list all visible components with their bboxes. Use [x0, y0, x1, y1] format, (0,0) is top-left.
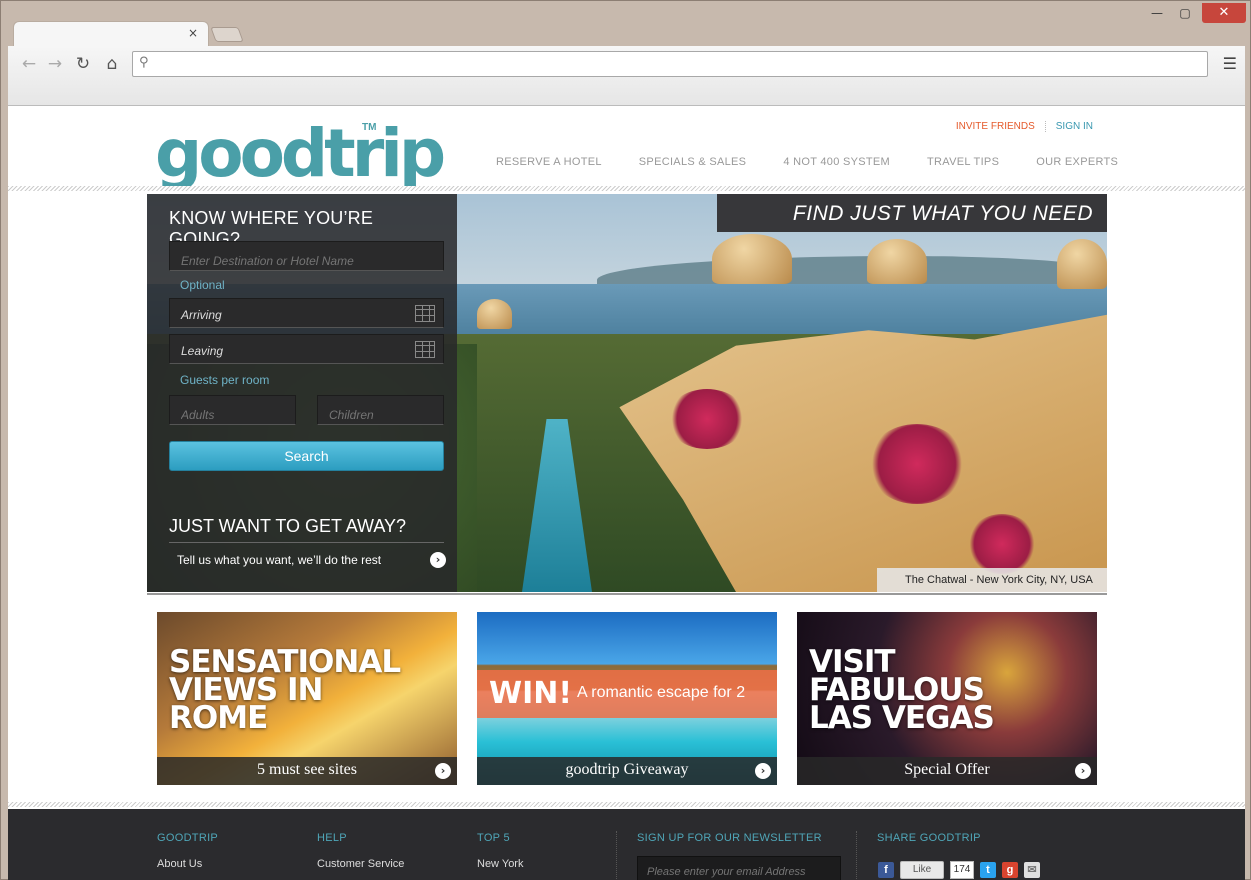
hero-divider [147, 593, 1107, 595]
promo-rome-caption[interactable]: 5 must see sites › [157, 757, 457, 785]
palace-dome [477, 299, 512, 329]
browser-window: — ▢ ✕ × ← → ↻ ⌂ ⚲ ☰ goodtrip TM INVITE F… [0, 0, 1251, 880]
calendar-icon[interactable] [415, 305, 435, 322]
promo-vegas-headline: VISIT FABULOUS LAS VEGAS [809, 644, 995, 736]
promo-giveaway-caption[interactable]: goodtrip Giveaway › [477, 757, 777, 785]
hero-flowers [867, 424, 967, 504]
header-divider [8, 186, 1245, 191]
like-button[interactable]: Like [900, 861, 944, 879]
new-tab-button[interactable] [210, 27, 244, 42]
optional-label: Optional [180, 278, 225, 292]
share-buttons: f Like 174 t g ✉ [878, 861, 1040, 879]
nav-our-experts[interactable]: OUR EXPERTS [1036, 156, 1118, 168]
hero-flowers [667, 389, 747, 449]
twitter-icon[interactable]: t [980, 862, 996, 878]
palace-dome [867, 239, 927, 284]
goodtrip-logo[interactable]: goodtrip [155, 114, 446, 194]
win-tagline: A romantic escape for 2 [577, 684, 746, 701]
promo-rome[interactable]: SENSATIONAL VIEWS IN ROME 5 must see sit… [157, 612, 457, 785]
footer-col-newsletter: SIGN UP FOR OUR NEWSLETTER [637, 832, 822, 844]
destination-input[interactable] [169, 241, 444, 271]
calendar-icon[interactable] [415, 341, 435, 358]
invite-friends-link[interactable]: INVITE FRIENDS [956, 121, 1046, 132]
nav-4-not-400[interactable]: 4 NOT 400 SYSTEM [783, 156, 890, 168]
footer-link-new-york[interactable]: New York [477, 858, 523, 870]
footer-col-help: HELP Customer Service [317, 832, 404, 870]
adults-input[interactable] [169, 395, 296, 425]
hero-banner: FIND JUST WHAT YOU NEED [717, 194, 1107, 232]
main-nav: RESERVE A HOTEL SPECIALS & SALES 4 NOT 4… [496, 156, 1118, 168]
hero-flowers [967, 514, 1037, 574]
like-count: 174 [950, 861, 974, 879]
arrow-right-icon[interactable]: › [430, 552, 446, 568]
arrow-right-icon[interactable]: › [1075, 763, 1091, 779]
back-icon[interactable]: ← [18, 53, 40, 75]
promo-rome-headline: SENSATIONAL VIEWS IN ROME [169, 644, 401, 736]
home-icon[interactable]: ⌂ [101, 53, 123, 75]
reload-icon[interactable]: ↻ [72, 53, 94, 75]
forward-icon[interactable]: → [44, 53, 66, 75]
nav-reserve-hotel[interactable]: RESERVE A HOTEL [496, 156, 602, 168]
get-away-title: JUST WANT TO GET AWAY? [169, 516, 444, 543]
web-page: goodtrip TM INVITE FRIENDS SIGN IN RESER… [8, 106, 1245, 880]
promo-vegas-caption-text: Special Offer [904, 761, 990, 778]
nav-specials-sales[interactable]: SPECIALS & SALES [639, 156, 747, 168]
arriving-field[interactable]: Arriving [169, 298, 444, 328]
google-plus-icon[interactable]: g [1002, 862, 1018, 878]
top-links: INVITE FRIENDS SIGN IN [956, 121, 1093, 132]
facebook-icon[interactable]: f [878, 862, 894, 878]
promo-giveaway[interactable]: WIN! A romantic escape for 2 goodtrip Gi… [477, 612, 777, 785]
footer-heading-newsletter: SIGN UP FOR OUR NEWSLETTER [637, 832, 822, 844]
browser-tab-active[interactable]: × [13, 21, 209, 47]
arriving-placeholder: Arriving [181, 308, 222, 322]
win-strip: WIN! A romantic escape for 2 [477, 670, 777, 718]
close-window-button[interactable]: ✕ [1202, 3, 1246, 23]
browser-toolbar: ← → ↻ ⌂ ⚲ ☰ [8, 46, 1245, 106]
arrow-right-icon[interactable]: › [755, 763, 771, 779]
palace-dome [1057, 239, 1107, 289]
win-word: WIN! [489, 676, 573, 711]
promo-vegas[interactable]: VISIT FABULOUS LAS VEGAS Special Offer › [797, 612, 1097, 785]
children-input[interactable] [317, 395, 444, 425]
footer-col-goodtrip: GOODTRIP About Us [157, 832, 218, 870]
footer-col-share: SHARE GOODTRIP [877, 832, 981, 844]
tab-close-icon[interactable]: × [188, 26, 198, 40]
maximize-button[interactable]: ▢ [1172, 3, 1198, 23]
promo-vegas-caption[interactable]: Special Offer › [797, 757, 1097, 785]
hero-section: FIND JUST WHAT YOU NEED The Chatwal - Ne… [147, 194, 1107, 592]
email-icon[interactable]: ✉ [1024, 862, 1040, 878]
arrow-right-icon[interactable]: › [435, 763, 451, 779]
address-bar[interactable]: ⚲ [132, 51, 1208, 77]
hero-caption: The Chatwal - New York City, NY, USA [877, 568, 1107, 592]
footer-divider [8, 802, 1245, 807]
footer-heading-top5: TOP 5 [477, 832, 510, 844]
footer-col-top5: TOP 5 New York [477, 832, 523, 870]
leaving-field[interactable]: Leaving [169, 334, 444, 364]
guests-label: Guests per room [180, 373, 270, 387]
palace-dome [712, 234, 792, 284]
footer-heading-help: HELP [317, 832, 347, 844]
footer-heading-share: SHARE GOODTRIP [877, 832, 981, 844]
footer: GOODTRIP About Us HELP Customer Service … [8, 809, 1245, 880]
address-input[interactable] [159, 55, 1199, 73]
search-button[interactable]: Search [169, 441, 444, 471]
footer-heading-goodtrip: GOODTRIP [157, 832, 219, 844]
search-icon: ⚲ [139, 55, 149, 70]
footer-link-about[interactable]: About Us [157, 858, 218, 870]
trademark-mark: TM [362, 122, 377, 133]
minimize-button[interactable]: — [1144, 3, 1170, 23]
leaving-placeholder: Leaving [181, 344, 224, 358]
newsletter-email-input[interactable] [637, 856, 841, 880]
browser-menu-icon[interactable]: ☰ [1223, 54, 1237, 73]
footer-separator [856, 831, 857, 880]
promo-rome-caption-text: 5 must see sites [257, 761, 357, 778]
sign-in-link[interactable]: SIGN IN [1056, 121, 1093, 132]
nav-travel-tips[interactable]: TRAVEL TIPS [927, 156, 999, 168]
get-away-text[interactable]: Tell us what you want, we’ll do the rest [177, 553, 381, 567]
search-panel: KNOW WHERE YOU’RE GOING? Optional Arrivi… [147, 194, 457, 592]
footer-separator [616, 831, 617, 880]
promo-giveaway-caption-text: goodtrip Giveaway [565, 761, 689, 778]
footer-link-customer-service[interactable]: Customer Service [317, 858, 404, 870]
